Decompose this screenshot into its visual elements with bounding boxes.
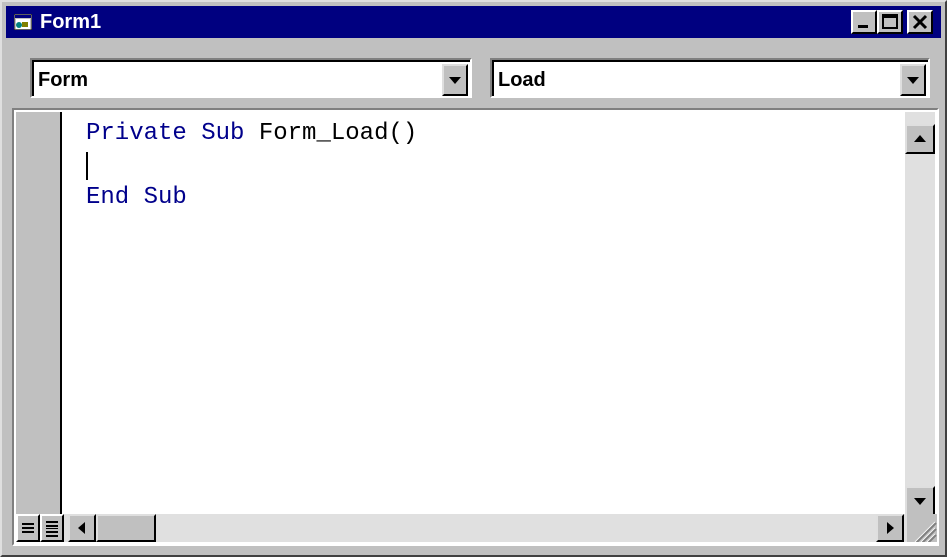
procedure-dropdown-button[interactable] (900, 64, 926, 96)
horizontal-scrollbar[interactable] (16, 514, 937, 544)
arrow-left-icon (78, 522, 85, 534)
close-button[interactable] (907, 10, 933, 34)
procedure-combo[interactable]: Load (490, 58, 930, 98)
close-icon (912, 14, 928, 30)
code-text[interactable]: Private Sub Form_Load() End Sub (86, 118, 417, 214)
procedure-combo-field: Load (492, 60, 928, 96)
maximize-button[interactable] (877, 10, 903, 34)
horizontal-scroll-thumb[interactable] (96, 514, 156, 542)
procedure-name: Form_Load() (258, 120, 418, 147)
arrow-down-icon (914, 498, 926, 505)
code-editor[interactable]: Private Sub Form_Load() End Sub (12, 108, 939, 546)
margin-indicator-bar[interactable] (16, 112, 62, 522)
vertical-scrollbar[interactable] (905, 112, 935, 520)
scroll-down-button[interactable] (905, 486, 935, 516)
minimize-icon (858, 25, 868, 28)
procedure-view-button[interactable] (16, 514, 40, 542)
procedure-combo-value: Load (498, 69, 546, 91)
full-module-view-button[interactable] (40, 514, 64, 542)
arrow-up-icon (914, 135, 926, 142)
chevron-down-icon (907, 77, 919, 84)
object-combo-value: Form (38, 69, 88, 91)
arrow-right-icon (887, 522, 894, 534)
keyword-private-sub: Private Sub (86, 120, 245, 147)
object-combo[interactable]: Form (30, 58, 472, 98)
procedure-view-icon (22, 523, 34, 533)
code-window: Form1 Form Load Private Sub Form_Load() (0, 0, 947, 557)
title-bar[interactable]: Form1 (6, 6, 941, 38)
scroll-right-button[interactable] (876, 514, 904, 542)
chevron-down-icon (449, 77, 461, 84)
keyword-end-sub: End Sub (86, 184, 187, 211)
object-combo-field: Form (32, 60, 470, 96)
full-module-view-icon (46, 521, 58, 537)
resize-grip-icon (914, 521, 937, 544)
resize-grip[interactable] (907, 514, 937, 544)
text-caret (86, 152, 88, 180)
window-title: Form1 (40, 11, 102, 33)
form-icon (13, 13, 33, 31)
scroll-up-button[interactable] (905, 124, 935, 154)
maximize-icon (882, 14, 898, 29)
scroll-left-button[interactable] (68, 514, 96, 542)
object-dropdown-button[interactable] (442, 64, 468, 96)
minimize-button[interactable] (851, 10, 877, 34)
